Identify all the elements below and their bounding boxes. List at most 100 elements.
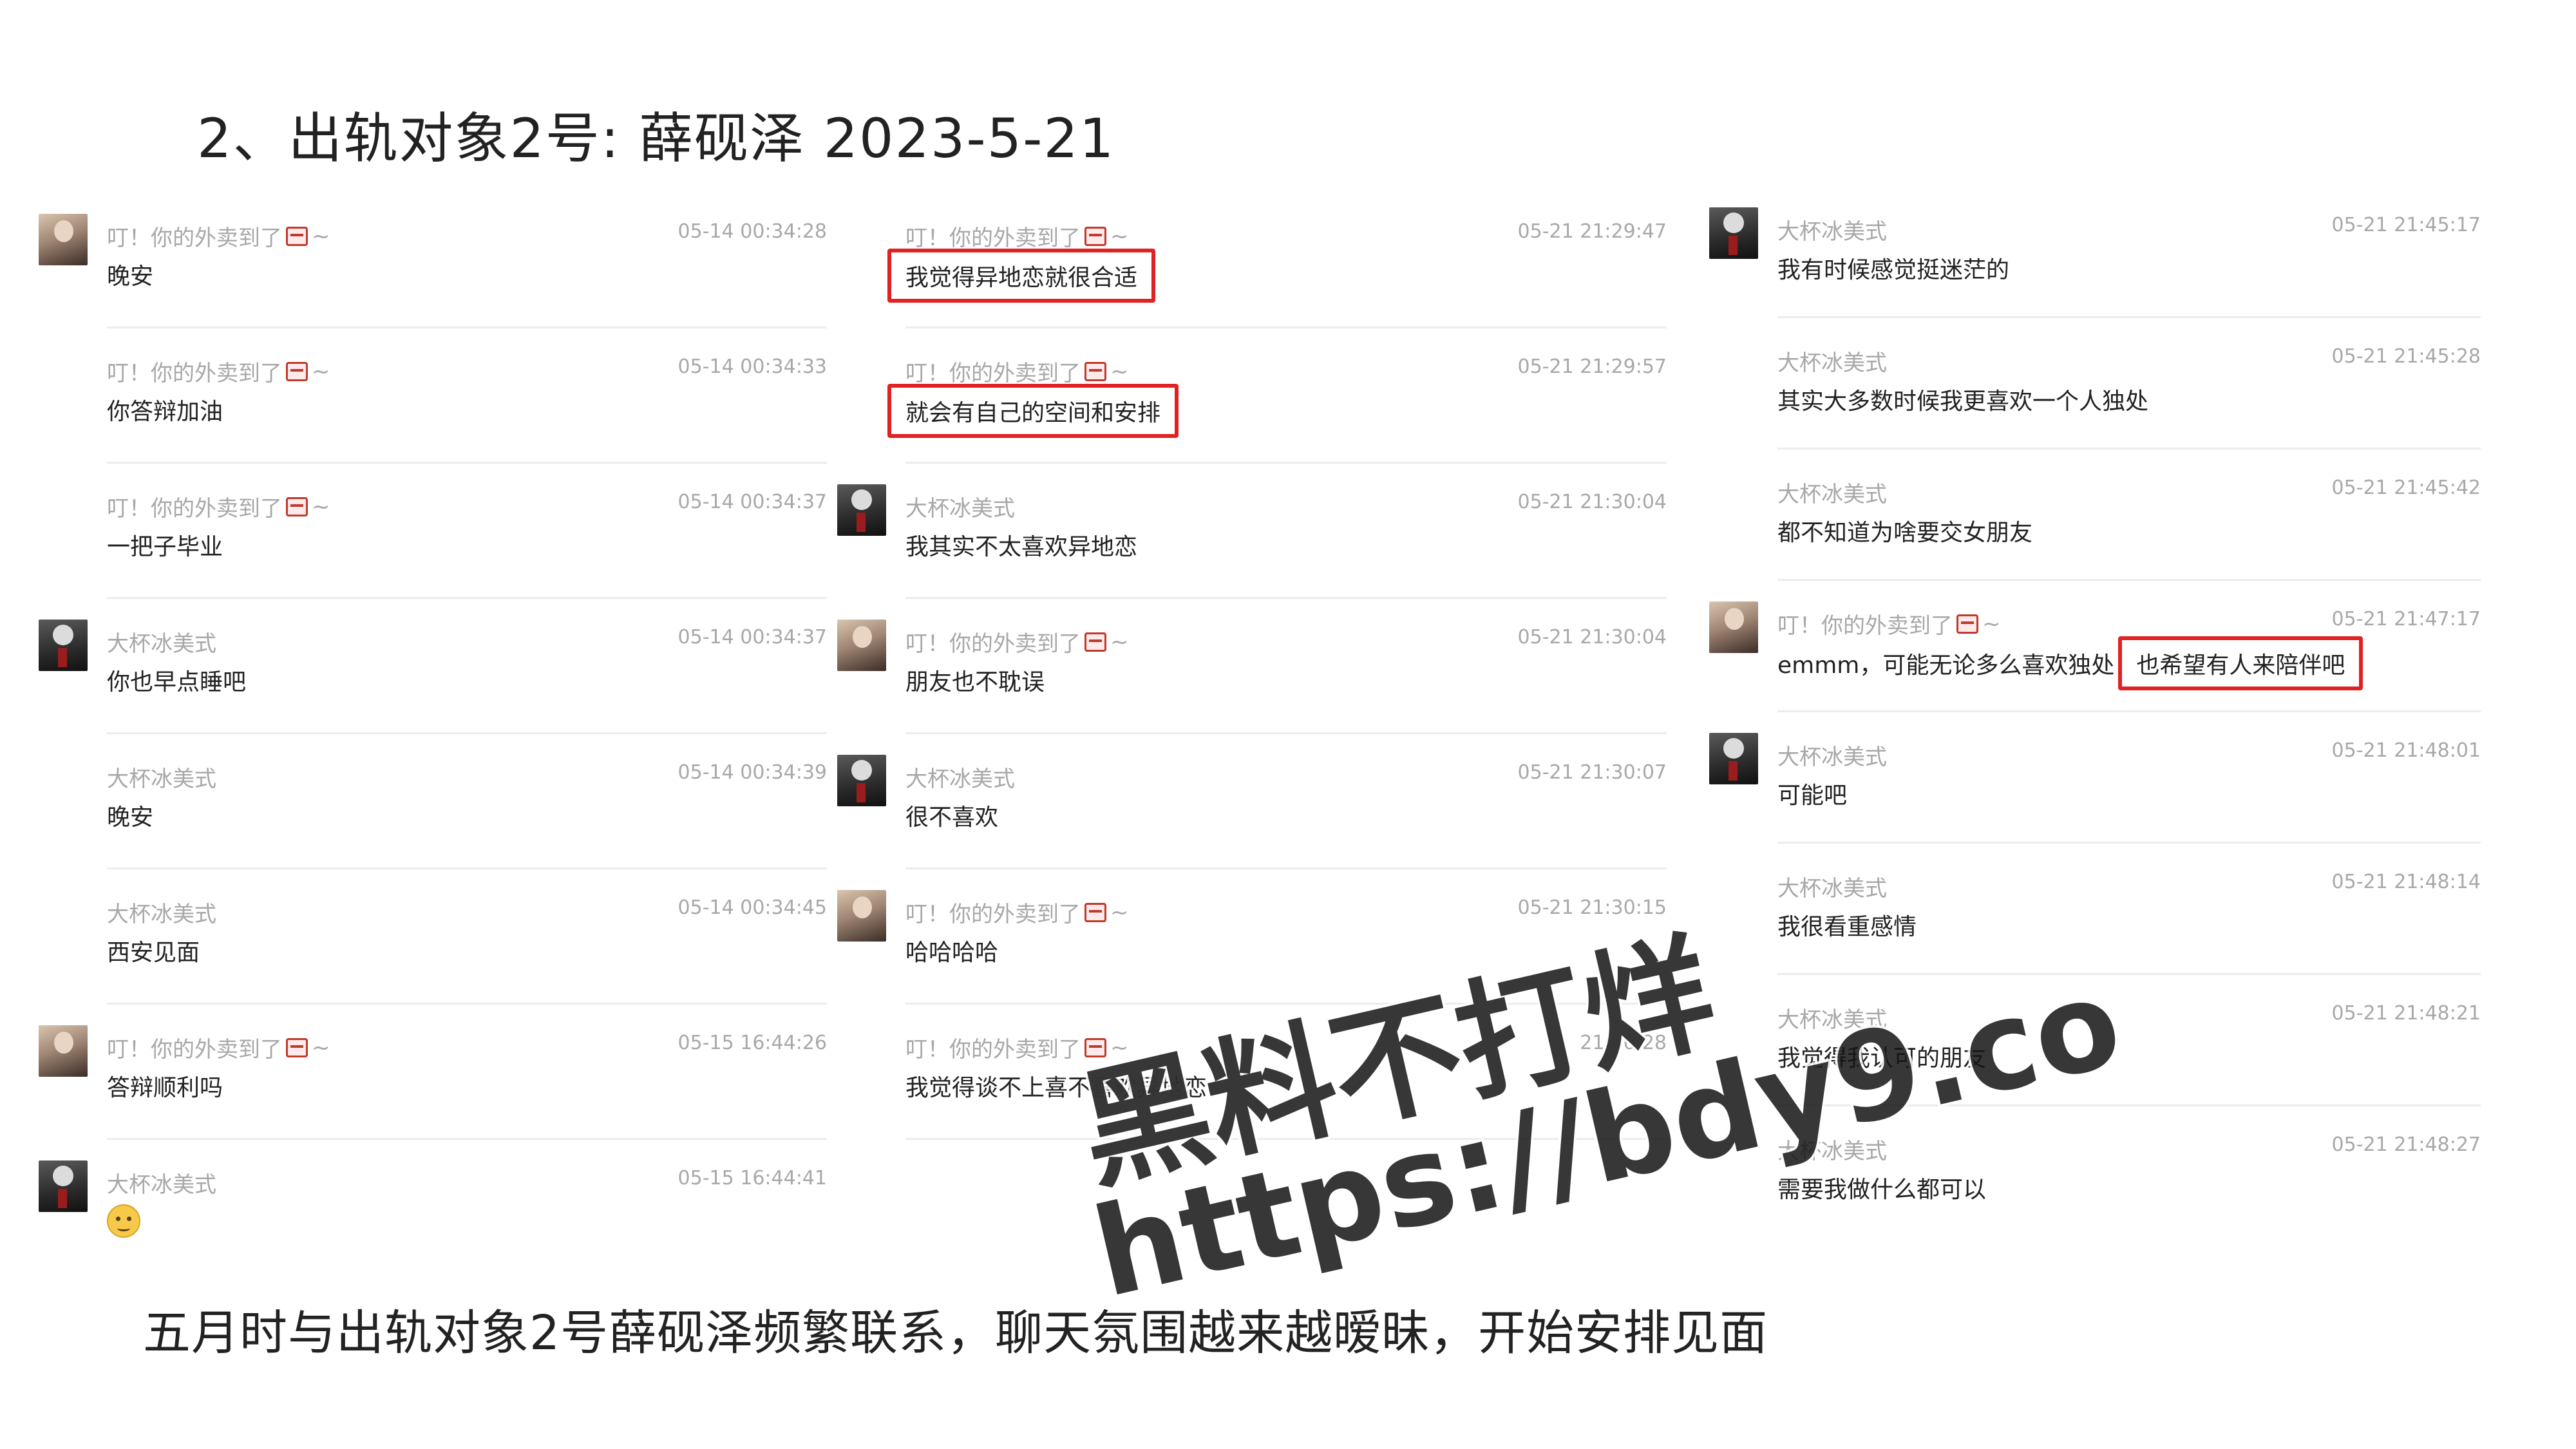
takeout-bag-icon bbox=[286, 1037, 308, 1057]
sender-name: 叮！你的外卖到了 ~ bbox=[107, 223, 330, 252]
smile-emoji-icon bbox=[107, 1204, 140, 1238]
message-text: 晚安 bbox=[107, 263, 154, 290]
sender-name: 大杯冰美式 bbox=[1777, 350, 1887, 376]
sender-name: 大杯冰美式 bbox=[1777, 482, 1887, 507]
message-text: 一把子毕业 bbox=[107, 534, 223, 560]
message-text: 我其实不太喜欢异地恋 bbox=[905, 534, 1138, 560]
sender-name: 大杯冰美式 bbox=[107, 766, 216, 792]
avatar[interactable] bbox=[1709, 601, 1758, 653]
chat-message: 大杯冰美式 05-21 21:48:14 我很看重感情 bbox=[1708, 844, 2481, 975]
avatar[interactable] bbox=[39, 1025, 88, 1077]
chat-message: 叮！你的外卖到了 ~ 05-21 21:29:57 就会有自己的空间和安排 bbox=[836, 328, 1667, 464]
chat-message: 叮！你的外卖到了 ~ 05-21 21:30:04 朋友也不耽误 bbox=[836, 599, 1667, 734]
message-text: 都不知道为啥要交女朋友 bbox=[1777, 520, 2033, 546]
message-time: 05-14 00:34:39 bbox=[677, 761, 827, 784]
sender-name: 大杯冰美式 bbox=[1777, 1007, 1887, 1033]
page-title: 2、出轨对象2号: 薛砚泽 2023-5-21 bbox=[197, 107, 1115, 170]
message-text: 你答辩加油 bbox=[107, 399, 223, 425]
avatar[interactable] bbox=[837, 620, 886, 671]
message-text: 其实大多数时候我更喜欢一个人独处 bbox=[1777, 388, 2149, 415]
chat-message: 叮！你的外卖到了 ~ 05-21 21:29:47 我觉得异地恋就很合适 bbox=[836, 193, 1667, 328]
divider bbox=[905, 1138, 1667, 1140]
message-text: emmm，可能无论多么喜欢独处 也希望有人来陪伴吧 bbox=[1777, 636, 2363, 690]
takeout-bag-icon bbox=[1084, 632, 1106, 652]
sender-name: 叮！你的外卖到了 ~ bbox=[1777, 611, 2001, 639]
avatar[interactable] bbox=[39, 1160, 88, 1212]
message-time: 05-21 21:45:28 bbox=[2331, 345, 2481, 368]
sender-name: 叮！你的外卖到了 ~ bbox=[905, 358, 1129, 387]
message-time: 05-14 00:34:37 bbox=[677, 491, 827, 513]
caption: 五月时与出轨对象2号薛砚泽频繁联系，聊天氛围越来越暧昧，开始安排见面 bbox=[143, 1305, 1768, 1361]
message-text: 朋友也不耽误 bbox=[905, 669, 1045, 696]
sender-name: 叮！你的外卖到了 ~ bbox=[905, 1034, 1129, 1063]
highlight-box: 也希望有人来陪伴吧 bbox=[2118, 636, 2363, 690]
chat-message: 大杯冰美式 05-21 21:45:28 其实大多数时候我更喜欢一个人独处 bbox=[1708, 318, 2481, 450]
takeout-bag-icon bbox=[1084, 902, 1106, 922]
chat-message: 大杯冰美式 05-14 00:34:39 晚安 bbox=[37, 734, 827, 869]
chat-message: 大杯冰美式 05-21 21:48:27 需要我做什么都可以 bbox=[1708, 1106, 2481, 1238]
message-time: 05-21 21:30:04 bbox=[1517, 491, 1667, 513]
message-text: 西安见面 bbox=[107, 940, 200, 966]
message-text: 晚安 bbox=[107, 804, 154, 831]
message-text: 就会有自己的空间和安排 bbox=[887, 384, 1179, 438]
message-time: 05-21 21:29:47 bbox=[1517, 220, 1667, 243]
message-text: 需要我做什么都可以 bbox=[1777, 1177, 1987, 1203]
highlight-box: 就会有自己的空间和安排 bbox=[887, 384, 1179, 438]
chat-message: 叮！你的外卖到了 ~ 05-15 16:44:26 答辩顺利吗 bbox=[37, 1005, 827, 1140]
avatar[interactable] bbox=[837, 890, 886, 942]
chat-message: 叮！你的外卖到了 ~ 21:30:28 我觉得谈不上喜不喜欢异地恋 bbox=[836, 1005, 1667, 1140]
message-time: 21:30:28 bbox=[1580, 1032, 1667, 1054]
message-time: 05-21 21:48:27 bbox=[2331, 1133, 2481, 1156]
message-text: 我有时候感觉挺迷茫的 bbox=[1777, 257, 2010, 283]
message-text: 很不喜欢 bbox=[905, 804, 999, 831]
chat-message: 大杯冰美式 05-21 21:48:21 我觉得我认可的朋友 bbox=[1708, 975, 2481, 1106]
sender-name: 叮！你的外卖到了 ~ bbox=[107, 1034, 330, 1063]
chat-message: 叮！你的外卖到了 ~ 05-21 21:30:15 哈哈哈哈 bbox=[836, 869, 1667, 1005]
message-time: 05-21 21:30:07 bbox=[1517, 761, 1667, 784]
message-time: 05-15 16:44:41 bbox=[677, 1167, 827, 1189]
chat-message: 叮！你的外卖到了 ~ 05-14 00:34:37 一把子毕业 bbox=[37, 464, 827, 599]
message-text: 可能吧 bbox=[1777, 782, 1848, 809]
message-time: 05-14 00:34:45 bbox=[677, 896, 827, 919]
chat-message: 大杯冰美式 05-15 16:44:41 bbox=[37, 1140, 827, 1275]
takeout-bag-icon bbox=[1084, 361, 1106, 381]
avatar[interactable] bbox=[837, 755, 886, 806]
message-text: 你也早点睡吧 bbox=[107, 669, 247, 696]
message-text: 我很看重感情 bbox=[1777, 914, 1917, 940]
chat-message: 大杯冰美式 05-21 21:45:17 我有时候感觉挺迷茫的 bbox=[1708, 187, 2481, 318]
chat-message: 大杯冰美式 05-21 21:30:04 我其实不太喜欢异地恋 bbox=[836, 464, 1667, 599]
highlight-box: 我觉得异地恋就很合适 bbox=[887, 249, 1156, 303]
sender-name: 大杯冰美式 bbox=[1777, 219, 1887, 245]
sender-name: 叮！你的外卖到了 ~ bbox=[107, 358, 330, 387]
sender-name: 叮！你的外卖到了 ~ bbox=[905, 899, 1129, 928]
message-time: 05-14 00:34:33 bbox=[677, 355, 827, 378]
sender-name: 大杯冰美式 bbox=[107, 1172, 216, 1198]
message-text: 答辩顺利吗 bbox=[107, 1075, 223, 1101]
chat-column-1: 叮！你的外卖到了 ~ 05-14 00:34:28 晚安 叮！你的外卖到了 ~ 05… bbox=[37, 193, 827, 1275]
message-time: 05-21 21:29:57 bbox=[1517, 355, 1667, 378]
sender-name: 大杯冰美式 bbox=[107, 902, 216, 927]
avatar[interactable] bbox=[837, 484, 886, 536]
chat-message: 大杯冰美式 05-21 21:45:42 都不知道为啥要交女朋友 bbox=[1708, 450, 2481, 581]
chat-message: 叮！你的外卖到了 ~ 05-14 00:34:33 你答辩加油 bbox=[37, 328, 827, 464]
avatar[interactable] bbox=[1709, 207, 1758, 259]
message-text bbox=[107, 1204, 140, 1244]
message-text: 我觉得谈不上喜不喜欢异地恋 bbox=[905, 1075, 1208, 1101]
takeout-bag-icon bbox=[286, 497, 308, 516]
chat-message: 大杯冰美式 05-14 00:34:37 你也早点睡吧 bbox=[37, 599, 827, 734]
takeout-bag-icon bbox=[1084, 1037, 1106, 1057]
sender-name: 大杯冰美式 bbox=[107, 631, 216, 657]
chat-message: 大杯冰美式 05-21 21:30:07 很不喜欢 bbox=[836, 734, 1667, 869]
message-time: 05-21 21:30:15 bbox=[1517, 896, 1667, 919]
message-text: 我觉得我认可的朋友 bbox=[1777, 1045, 1987, 1072]
avatar[interactable] bbox=[39, 214, 88, 265]
message-time: 05-21 21:30:04 bbox=[1517, 626, 1667, 649]
avatar[interactable] bbox=[39, 620, 88, 671]
sender-name: 大杯冰美式 bbox=[905, 496, 1015, 522]
sender-name: 大杯冰美式 bbox=[1777, 744, 1887, 770]
sender-name: 叮！你的外卖到了 ~ bbox=[905, 223, 1129, 252]
message-time: 05-15 16:44:26 bbox=[677, 1032, 827, 1054]
takeout-bag-icon bbox=[1084, 226, 1106, 246]
avatar[interactable] bbox=[1709, 733, 1758, 784]
chat-message: 叮！你的外卖到了 ~ 05-14 00:34:28 晚安 bbox=[37, 193, 827, 328]
